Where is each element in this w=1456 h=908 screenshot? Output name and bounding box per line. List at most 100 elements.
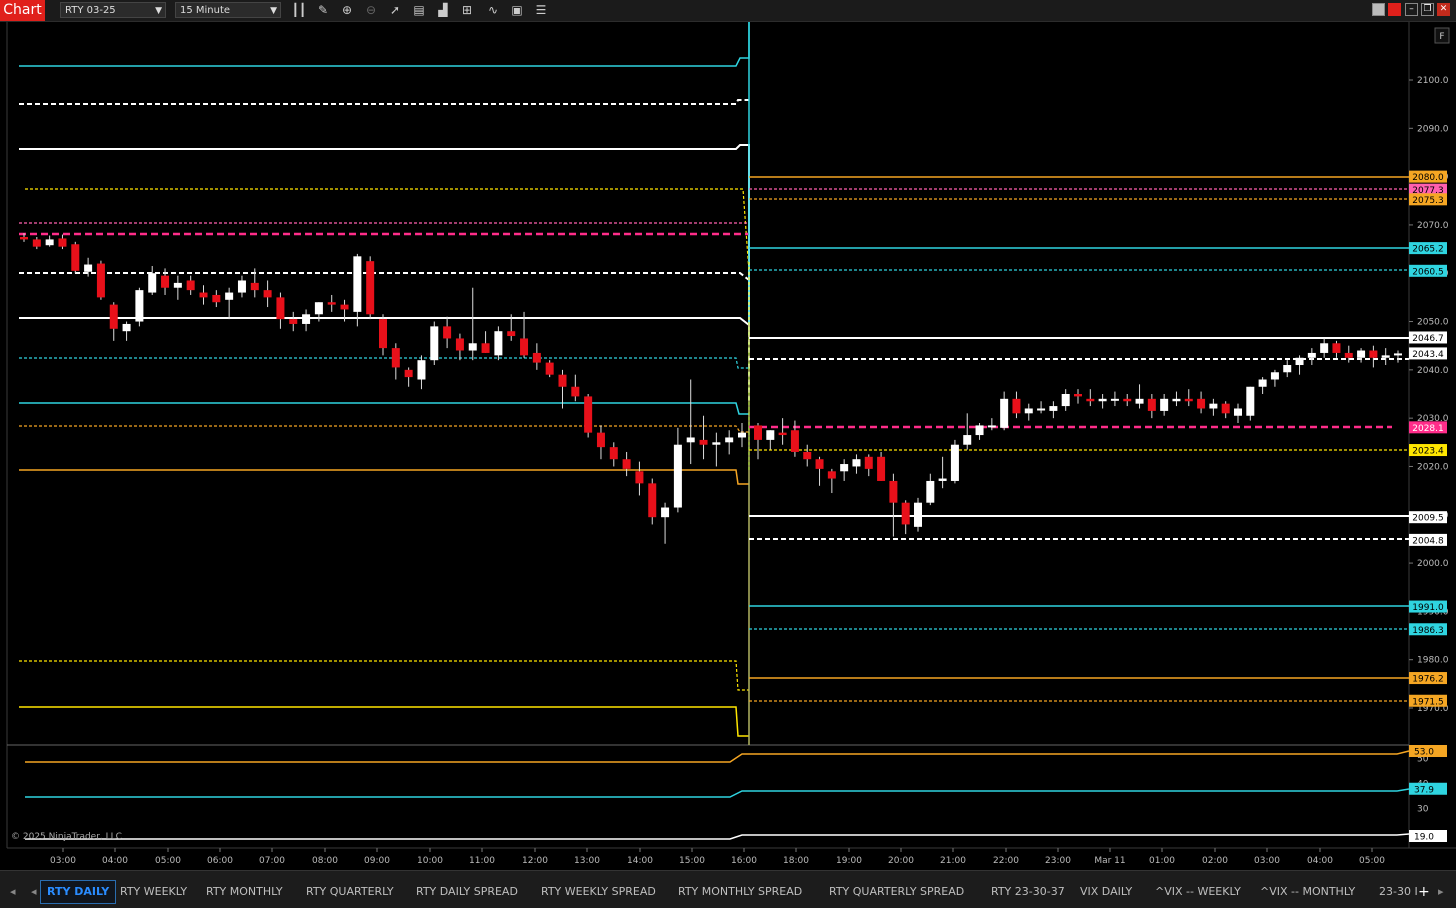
candle-body[interactable]	[1344, 352, 1353, 358]
candle-body[interactable]	[963, 435, 972, 445]
candle-body[interactable]	[738, 432, 746, 438]
candle-body[interactable]	[1160, 398, 1169, 411]
candle-body[interactable]	[20, 237, 28, 240]
tab-rty-weekly[interactable]: RTY WEEKLY	[120, 881, 187, 903]
drawing-tools-icon[interactable]: ∿	[484, 2, 502, 18]
tab-vix-monthly[interactable]: ^VIX -- MONTHLY	[1260, 881, 1355, 903]
candle-body[interactable]	[1110, 398, 1119, 401]
candle-body[interactable]	[1270, 372, 1279, 380]
candle-body[interactable]	[648, 483, 657, 518]
candle-body[interactable]	[1209, 403, 1218, 409]
candle-body[interactable]	[827, 471, 836, 479]
candle-body[interactable]	[864, 456, 873, 469]
tab-rty-monthly-spread[interactable]: RTY MONTHLY SPREAD	[678, 881, 802, 903]
candle-body[interactable]	[379, 319, 387, 349]
candle-body[interactable]	[596, 432, 605, 448]
candle-body[interactable]	[148, 273, 157, 293]
zoom-out-icon[interactable]: ⊖	[362, 2, 380, 18]
candle-body[interactable]	[635, 471, 644, 484]
candle-body[interactable]	[494, 331, 503, 356]
candle-body[interactable]	[815, 459, 824, 469]
candle-body[interactable]	[404, 369, 413, 378]
candle-body[interactable]	[96, 263, 105, 298]
data-box-icon[interactable]: ☰	[532, 2, 550, 18]
candle-body[interactable]	[987, 425, 996, 428]
tab-rty-quarterly-spread[interactable]: RTY QUARTERLY SPREAD	[829, 881, 964, 903]
candle-body[interactable]	[1061, 394, 1070, 407]
candle-body[interactable]	[109, 304, 118, 329]
candle-body[interactable]	[263, 290, 272, 298]
candle-body[interactable]	[545, 362, 554, 375]
chart-menu-button[interactable]: Chart	[0, 0, 45, 21]
indicators-icon[interactable]: ▟	[434, 2, 452, 18]
candle-body[interactable]	[1258, 379, 1267, 387]
tab-rty-weekly-spread[interactable]: RTY WEEKLY SPREAD	[541, 881, 656, 903]
candle-body[interactable]	[212, 294, 221, 303]
candle-body[interactable]	[443, 326, 452, 339]
strategies-icon[interactable]: ⊞	[458, 2, 476, 18]
instrument-selector[interactable]: RTY 03-25 ▼	[60, 2, 166, 18]
candle-body[interactable]	[122, 323, 131, 332]
candle-body[interactable]	[778, 432, 787, 436]
candle-body[interactable]	[340, 304, 349, 310]
candle-body[interactable]	[622, 459, 631, 469]
tab-rty-daily-spread[interactable]: RTY DAILY SPREAD	[416, 881, 518, 903]
interval-selector[interactable]: 15 Minute ▼	[175, 2, 281, 18]
candle-body[interactable]	[532, 352, 541, 363]
tab-23-30-i[interactable]: 23-30 I	[1379, 881, 1418, 903]
candle-body[interactable]	[1074, 394, 1082, 397]
candle-body[interactable]	[366, 261, 375, 315]
candle-body[interactable]	[571, 386, 580, 397]
candle-body[interactable]	[584, 396, 593, 433]
candle-body[interactable]	[455, 338, 464, 351]
candle-body[interactable]	[686, 437, 695, 443]
candle-body[interactable]	[135, 290, 144, 322]
candle-body[interactable]	[199, 292, 208, 298]
candle-body[interactable]	[1037, 408, 1046, 411]
tab-scroll-icon[interactable]: ◂	[31, 881, 37, 903]
candle-body[interactable]	[852, 459, 861, 467]
candle-body[interactable]	[1381, 355, 1390, 358]
candle-body[interactable]	[1012, 398, 1021, 414]
candle-body[interactable]	[877, 456, 886, 481]
scroll-right-icon[interactable]: ▸	[1438, 881, 1444, 903]
candle-body[interactable]	[1357, 350, 1366, 358]
candle-body[interactable]	[417, 360, 426, 380]
candle-body[interactable]	[766, 430, 775, 440]
tab-rty-quarterly[interactable]: RTY QUARTERLY	[306, 881, 394, 903]
candle-body[interactable]	[32, 239, 41, 247]
candle-body[interactable]	[901, 502, 910, 525]
candle-body[interactable]	[1172, 398, 1181, 402]
candle-body[interactable]	[237, 280, 246, 293]
properties-icon[interactable]: ▤	[410, 2, 428, 18]
candle-body[interactable]	[161, 275, 170, 288]
candle-body[interactable]	[327, 302, 336, 305]
candle-body[interactable]	[725, 437, 734, 443]
candle-body[interactable]	[430, 326, 439, 361]
candle-body[interactable]	[302, 314, 311, 324]
candle-body[interactable]	[840, 464, 849, 472]
candle-body[interactable]	[1394, 353, 1402, 356]
window-color-icon[interactable]	[1372, 3, 1385, 16]
candle-body[interactable]	[803, 451, 812, 460]
candle-body[interactable]	[481, 343, 490, 353]
candle-body[interactable]	[1283, 365, 1292, 373]
candle-body[interactable]	[889, 480, 898, 503]
candle-body[interactable]	[1184, 398, 1193, 402]
close-icon[interactable]: ✕	[1437, 3, 1450, 16]
templates-icon[interactable]: ▣	[508, 2, 526, 18]
candle-body[interactable]	[45, 239, 54, 246]
candle-body[interactable]	[754, 425, 762, 440]
candle-body[interactable]	[1221, 403, 1230, 414]
candle-body[interactable]	[712, 442, 721, 445]
minimize-icon[interactable]: –	[1405, 3, 1418, 16]
candle-body[interactable]	[609, 447, 618, 460]
zoom-in-icon[interactable]: ⊕	[338, 2, 356, 18]
candle-body[interactable]	[353, 256, 362, 312]
tab-rty-23-30-37[interactable]: RTY 23-30-37	[991, 881, 1065, 903]
tab-vix-weekly[interactable]: ^VIX -- WEEKLY	[1155, 881, 1241, 903]
candle-body[interactable]	[58, 238, 67, 247]
candle-body[interactable]	[1086, 398, 1095, 402]
candle-body[interactable]	[250, 282, 259, 291]
candle-body[interactable]	[225, 292, 234, 300]
